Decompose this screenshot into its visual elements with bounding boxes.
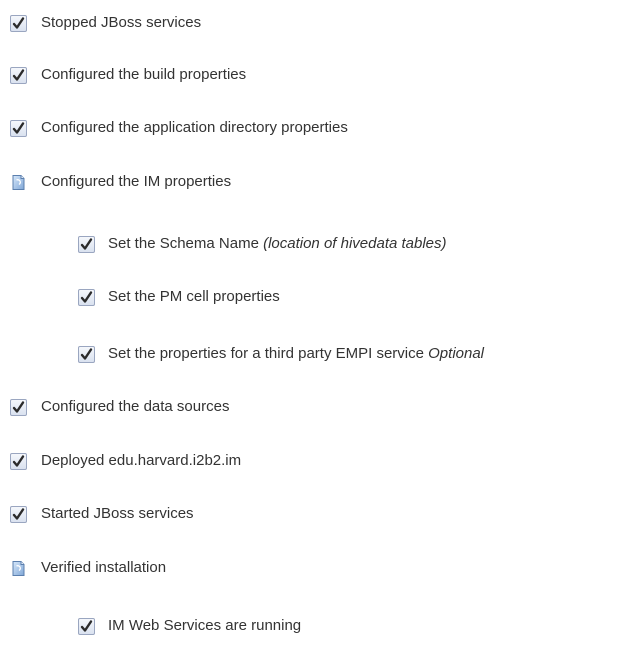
checkmark-icon — [78, 288, 95, 306]
checklist-item: Deployed edu.harvard.i2b2.im — [10, 450, 241, 472]
checklist-item-label: Deployed edu.harvard.i2b2.im — [41, 452, 242, 469]
checklist-item-label: Set the PM cell properties — [108, 288, 280, 305]
checklist-item-text: Set the properties for a third party EMP… — [108, 345, 429, 362]
checkmark-icon — [10, 14, 27, 32]
checkmark-icon — [78, 617, 95, 635]
checklist-item: Configured the application directory pro… — [10, 117, 348, 139]
checklist-item: Configured the build properties — [10, 64, 246, 86]
document-icon — [10, 560, 27, 577]
checkmark-icon — [10, 66, 27, 84]
checklist-item: Started JBoss services — [10, 503, 194, 525]
checklist-item: Configured the data sources — [10, 396, 229, 418]
checkmark-icon — [10, 505, 27, 523]
checklist-item: Configured the IM properties — [10, 171, 231, 193]
checklist-item-label: Verified installation — [41, 559, 167, 576]
checklist-item-label: Set the Schema Name (location of hivedat… — [108, 234, 447, 254]
checklist-subitem: IM Web Services are running — [78, 615, 301, 637]
checklist-item-label: Configured the IM properties — [41, 173, 232, 190]
checkmark-icon — [78, 235, 95, 253]
checkmark-icon — [78, 345, 95, 363]
checklist-item-label: Configured the application directory pro… — [41, 119, 348, 136]
checklist-item-text: Set the Schema Name — [108, 235, 264, 252]
checklist-item-label: Set the properties for a third party EMP… — [108, 344, 484, 364]
checkmark-icon — [10, 398, 27, 416]
checklist-item: Stopped JBoss services — [10, 12, 201, 34]
checklist-item: Verified installation — [10, 557, 166, 579]
checklist-item-note: (location of hivedata tables) — [263, 235, 447, 252]
checklist-subitem: Set the PM cell properties — [78, 286, 280, 308]
checklist-subitem: Set the properties for a third party EMP… — [78, 343, 484, 365]
checklist-item-label: IM Web Services are running — [108, 617, 302, 634]
document-icon — [10, 174, 27, 191]
checklist-item-label: Configured the build properties — [41, 66, 247, 83]
checkmark-icon — [10, 452, 27, 470]
checklist-subitem: Set the Schema Name (location of hivedat… — [78, 233, 447, 255]
checkmark-icon — [10, 119, 27, 137]
checklist-item-note: Optional — [428, 345, 485, 362]
checklist-item-label: Started JBoss services — [41, 505, 194, 522]
checklist-item-label: Stopped JBoss services — [41, 14, 202, 31]
checklist-item-label: Configured the data sources — [41, 398, 230, 415]
